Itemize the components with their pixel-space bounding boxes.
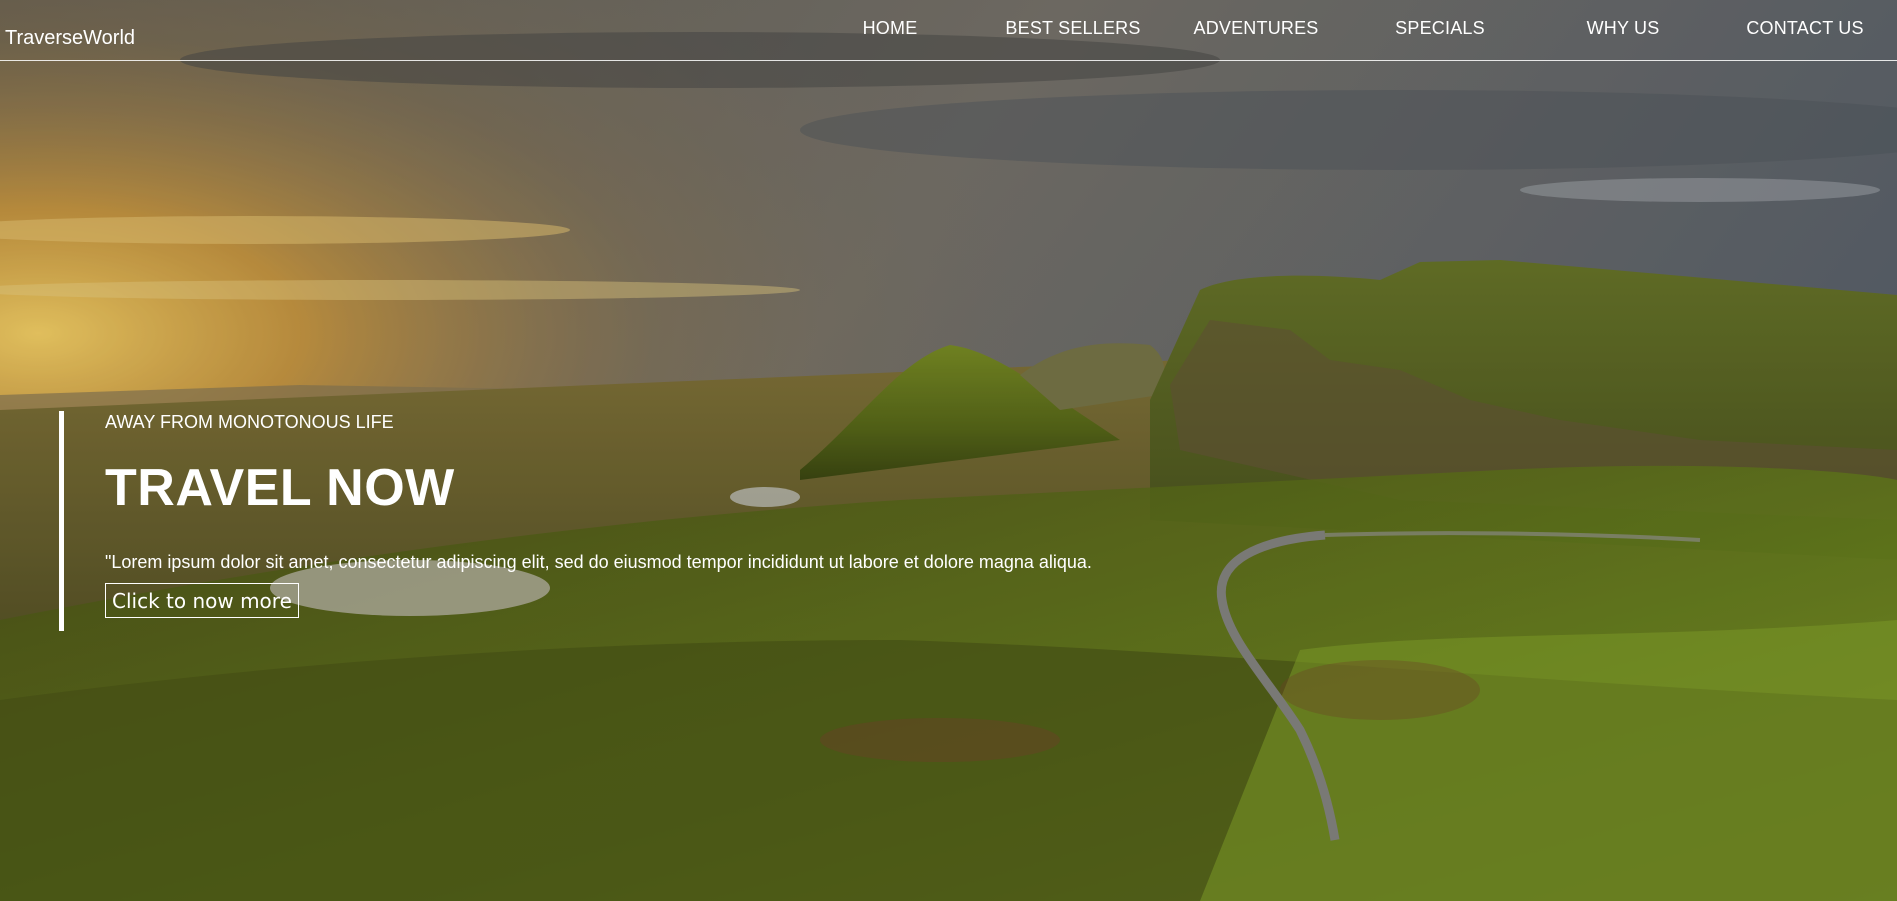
nav-link-adventures[interactable]: ADVENTURES xyxy=(1193,18,1318,38)
nav-item-why-us: WHY US xyxy=(1531,18,1715,39)
nav-item-home: HOME xyxy=(798,18,982,39)
nav-item-contact-us: CONTACT US xyxy=(1713,18,1897,39)
hero-description: "Lorem ipsum dolor sit amet, consectetur… xyxy=(105,552,1092,572)
nav-link-specials[interactable]: SPECIALS xyxy=(1395,18,1485,38)
nav-item-specials: SPECIALS xyxy=(1348,18,1532,39)
hero-headline: TRAVEL NOW xyxy=(105,459,455,517)
hero-content: AWAY FROM MONOTONOUS LIFE TRAVEL NOW "Lo… xyxy=(59,411,1159,631)
nav-item-best-sellers: BEST SELLERS xyxy=(981,18,1165,39)
nav-item-adventures: ADVENTURES xyxy=(1164,18,1348,39)
nav-link-contact-us[interactable]: CONTACT US xyxy=(1746,18,1863,38)
hero-section: TraverseWorld HOME BEST SELLERS ADVENTUR… xyxy=(0,0,1897,901)
top-navbar: TraverseWorld HOME BEST SELLERS ADVENTUR… xyxy=(0,0,1897,61)
nav-link-why-us[interactable]: WHY US xyxy=(1587,18,1660,38)
nav-link-home[interactable]: HOME xyxy=(863,18,918,38)
nav-link-best-sellers[interactable]: BEST SELLERS xyxy=(1005,18,1140,38)
nav-menu: HOME BEST SELLERS ADVENTURES SPECIALS WH… xyxy=(0,0,1897,60)
hero-kicker: AWAY FROM MONOTONOUS LIFE xyxy=(105,412,394,432)
learn-more-button[interactable]: Click to now more xyxy=(105,583,299,618)
